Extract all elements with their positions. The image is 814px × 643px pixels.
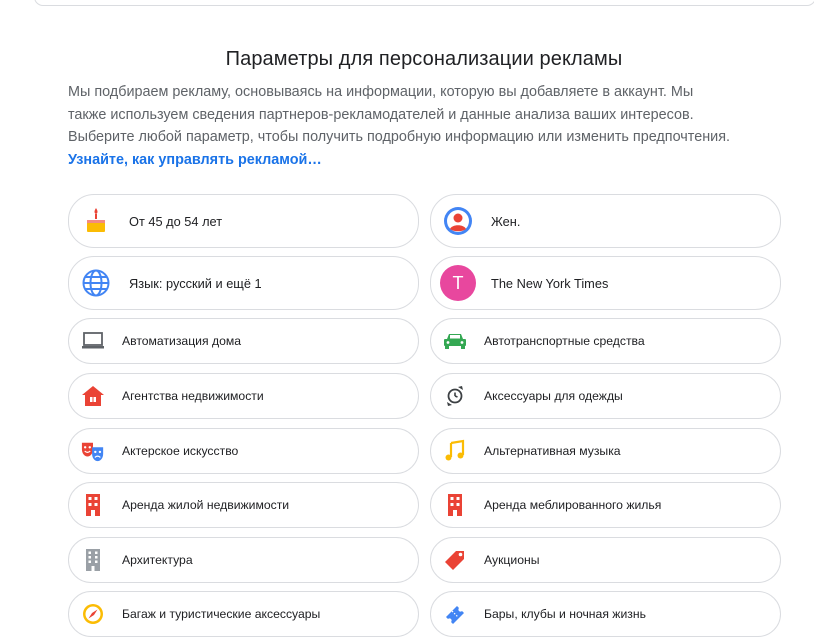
chip-interest[interactable]: Агентства недвижимости (68, 373, 419, 419)
car-icon (443, 329, 467, 353)
music-note-icon (443, 439, 467, 463)
chip-label: Автотранспортные средства (484, 334, 645, 348)
birthday-cake-icon (78, 203, 114, 239)
chip-label: Автоматизация дома (122, 334, 242, 348)
price-tag-icon (443, 548, 467, 572)
chip-interest[interactable]: Архитектура (68, 537, 419, 583)
chip-label: Жен. (491, 213, 521, 229)
chip-label: Аукционы (484, 553, 540, 567)
description-line: также используем сведения партнеров-рекл… (68, 106, 694, 123)
building-icon (443, 493, 467, 517)
top-search-bar[interactable] (34, 0, 814, 6)
chip-label: Язык: русский и ещё 1 (129, 275, 262, 291)
chip-interest[interactable]: Автотранспортные средства (430, 318, 781, 364)
ticket-icon (443, 602, 467, 626)
chip-label: Аренда меблированного жилья (484, 498, 662, 512)
page-title: Параметры для персонализации рекламы (225, 48, 623, 70)
avatar: T (440, 265, 476, 301)
chip-age[interactable]: От 45 до 54 лет (68, 194, 419, 248)
chip-label: Альтернативная музыка (484, 444, 621, 458)
chip-label: Агентства недвижимости (122, 389, 264, 403)
watch-icon (443, 384, 467, 408)
chip-interest[interactable]: Аренда жилой недвижимости (68, 482, 419, 528)
chip-interest[interactable]: Багаж и туристические аксессуары (68, 591, 419, 637)
building-icon (81, 493, 105, 517)
chip-interest[interactable]: Аксессуары для одежды (430, 373, 781, 419)
chip-label: Багаж и туристические аксессуары (122, 607, 321, 621)
chip-label: Бары, клубы и ночная жизнь (484, 607, 646, 621)
chip-label: От 45 до 54 лет (129, 213, 223, 229)
chip-interest[interactable]: Актерское искусство (68, 428, 419, 474)
globe-icon (78, 265, 114, 301)
compass-icon (81, 602, 105, 626)
chip-language[interactable]: Язык: русский и ещё 1 (68, 256, 419, 310)
chip-interest[interactable]: Бары, клубы и ночная жизнь (430, 591, 781, 637)
house-icon (81, 384, 105, 408)
chip-interest[interactable]: Аренда меблированного жилья (430, 482, 781, 528)
chip-label: The New York Times (491, 275, 609, 291)
page-description: Мы подбираем рекламу, основываясь на инф… (68, 81, 788, 149)
chip-nytimes[interactable]: T The New York Times (430, 256, 781, 310)
chip-label: Актерское искусство (122, 444, 239, 458)
letter-avatar-icon: T (440, 265, 476, 301)
description-line: Мы подбираем рекламу, основываясь на инф… (68, 84, 694, 100)
theater-masks-icon (81, 439, 105, 463)
person-icon (440, 203, 476, 239)
laptop-icon (81, 329, 105, 353)
chip-label: Архитектура (122, 553, 193, 567)
description-line: Выберите любой параметр, чтобы получить … (68, 129, 730, 146)
chip-interest[interactable]: Автоматизация дома (68, 318, 419, 364)
learn-more-link[interactable]: Узнайте, как управлять рекламой… (68, 150, 322, 170)
chip-interest[interactable]: Аукционы (430, 537, 781, 583)
office-building-icon (81, 548, 105, 572)
chip-label: Аксессуары для одежды (484, 389, 623, 403)
chip-interest[interactable]: Альтернативная музыка (430, 428, 781, 474)
chip-label: Аренда жилой недвижимости (122, 498, 290, 512)
chip-gender[interactable]: Жен. (430, 194, 781, 248)
